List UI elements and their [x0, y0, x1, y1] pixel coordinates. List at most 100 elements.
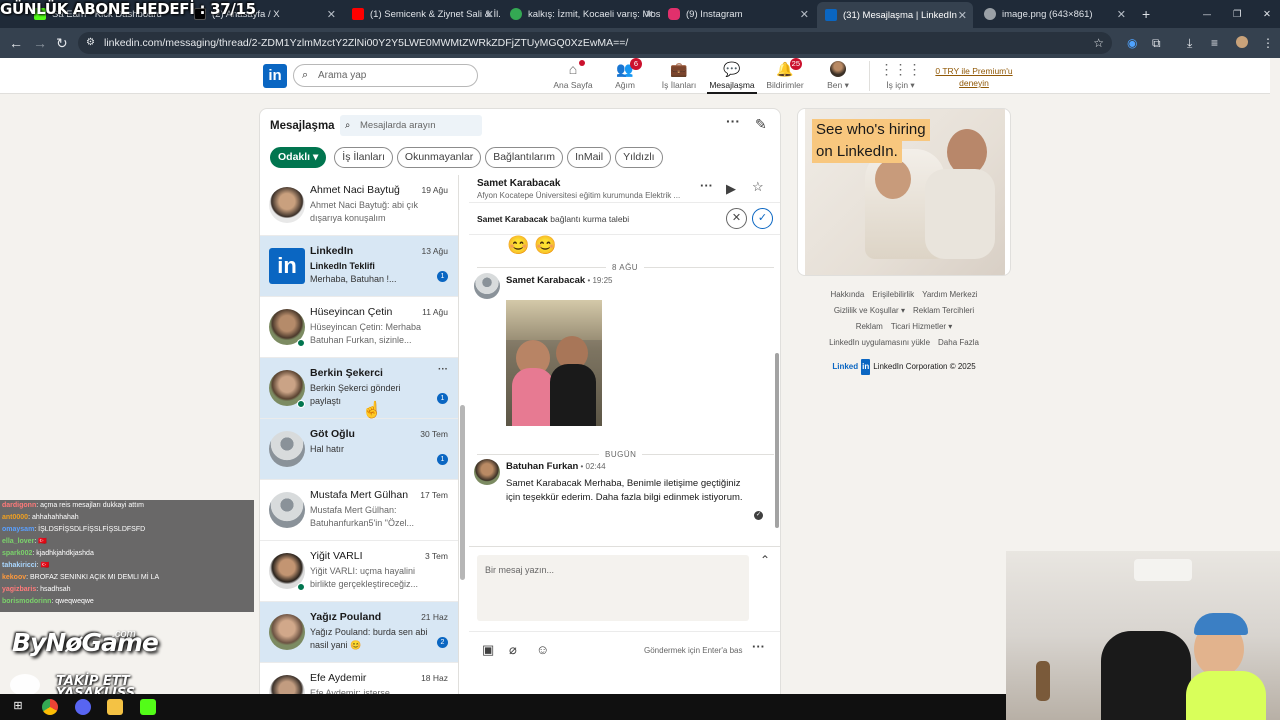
windows-start-icon[interactable]: ⊞: [10, 699, 26, 715]
jobs-icon: 💼: [670, 60, 688, 77]
more-options-icon[interactable]: ···: [726, 113, 740, 129]
extensions-puzzle-icon[interactable]: ⧉: [1152, 36, 1161, 51]
kick-app-icon[interactable]: [140, 699, 156, 715]
avatar[interactable]: [474, 459, 500, 485]
star-icon[interactable]: ☆: [752, 179, 764, 195]
footer-link[interactable]: LinkedIn uygulamasını yükle: [829, 335, 930, 351]
shared-photo[interactable]: [506, 300, 602, 426]
ad-headline: See who's hiring: [812, 119, 930, 141]
hiring-ad[interactable]: See who's hiring on LinkedIn.: [797, 108, 1011, 276]
window-close-icon[interactable]: ✕: [1255, 4, 1271, 24]
global-search-input[interactable]: ⌕ Arama yap: [293, 64, 478, 87]
globe-icon: [984, 8, 996, 20]
conversation-item[interactable]: Göt Oğlu 30 Tem Hal hatır 1: [260, 419, 458, 480]
restore-icon[interactable]: ❐: [1225, 4, 1241, 24]
menu-icon[interactable]: ⋮: [1262, 36, 1274, 50]
chrome-icon[interactable]: [42, 699, 58, 715]
new-tab-button[interactable]: +: [1134, 4, 1154, 24]
discord-icon[interactable]: [75, 699, 91, 715]
nav-for-business[interactable]: ⋮⋮⋮ İş için ▾: [869, 61, 931, 91]
filter-focused[interactable]: Odaklı ▾: [270, 147, 327, 168]
twitter-bird-icon: [10, 674, 40, 696]
url-bar[interactable]: ⚙ linkedin.com/messaging/thread/2-ZDM1Yz…: [78, 32, 1112, 54]
linkedin-logo[interactable]: in: [263, 64, 287, 88]
folder-icon[interactable]: [107, 699, 123, 715]
close-icon[interactable]: ✕: [485, 8, 494, 21]
footer-link[interactable]: Daha Fazla: [938, 335, 979, 351]
thread-contact-name[interactable]: Samet Karabacak: [477, 178, 560, 189]
filter-unread[interactable]: Okunmayanlar: [396, 147, 482, 168]
filter-inmail[interactable]: InMail: [567, 147, 612, 168]
message-input[interactable]: Bir mesaj yazın...: [477, 555, 749, 621]
tab-maps[interactable]: kalkış: İzmit, Kocaeli varış: Mos... ✕: [502, 4, 660, 24]
conversation-item[interactable]: in LinkedIn 13 Ağu LinkedIn Teklifi Merha…: [260, 236, 458, 297]
chat-message: borismodorinn: qweqweqwe: [2, 598, 94, 605]
unread-count: 1: [437, 393, 448, 404]
footer-link[interactable]: Reklam: [856, 319, 883, 335]
message-sender[interactable]: Samet Karabacak • 19:25: [506, 275, 612, 286]
extension-icon[interactable]: ◉: [1127, 36, 1137, 50]
nav-network[interactable]: 👥 6 Ağım: [594, 58, 656, 90]
more-options-icon[interactable]: ···: [438, 364, 448, 375]
emoji-icon[interactable]: ☺: [536, 642, 549, 657]
compose-icon[interactable]: ✎: [755, 116, 767, 133]
conversation-item[interactable]: Mustafa Mert Gülhan 17 Tem Mustafa Mert …: [260, 480, 458, 541]
forward-icon[interactable]: →: [33, 35, 47, 51]
accept-button[interactable]: ✓: [752, 208, 773, 229]
minimize-icon[interactable]: —: [1195, 4, 1211, 24]
tab-youtube[interactable]: (1) Semicenk & Ziynet Sali & İl... ✕: [344, 4, 500, 24]
conversation-item[interactable]: Ahmet Naci Baytuğ 19 Ağu Ahmet Naci Bayt…: [260, 175, 458, 236]
footer-link[interactable]: Yardım Merkezi: [922, 287, 977, 303]
close-icon[interactable]: ✕: [327, 8, 336, 21]
unread-count: 1: [437, 454, 448, 465]
nav-me[interactable]: Ben ▾: [807, 61, 869, 91]
more-options-icon[interactable]: ···: [752, 639, 765, 654]
conversation-item[interactable]: Hüseyincan Çetin 11 Ağu Hüseyincan Çetin…: [260, 297, 458, 358]
reading-list-icon[interactable]: ≡: [1211, 36, 1218, 50]
filter-jobs[interactable]: İş İlanları: [334, 147, 393, 168]
image-icon[interactable]: ▣: [482, 642, 494, 658]
expand-icon[interactable]: ⌃: [760, 553, 770, 567]
close-icon[interactable]: ✕: [1117, 8, 1126, 21]
back-icon[interactable]: ←: [9, 35, 23, 51]
attachment-icon[interactable]: ⌀: [509, 642, 517, 658]
filter-starred[interactable]: Yıldızlı: [615, 147, 663, 168]
footer-link[interactable]: Reklam Tercihleri: [913, 303, 974, 319]
youtube-icon: [352, 8, 364, 20]
close-icon[interactable]: ✕: [958, 9, 967, 22]
footer-link[interactable]: Hakkında: [831, 287, 865, 303]
conversation-item[interactable]: Yiğit VARLI 3 Tem Yiğit VARLI: uçma haya…: [260, 541, 458, 602]
video-call-icon[interactable]: ▶: [726, 181, 736, 197]
filter-connections[interactable]: Bağlantılarım: [485, 147, 564, 168]
close-icon[interactable]: ✕: [800, 8, 809, 21]
conversation-list: Ahmet Naci Baytuğ 19 Ağu Ahmet Naci Bayt…: [260, 175, 459, 697]
network-badge: 6: [630, 58, 642, 70]
chat-message: dardigonn: açma reis mesajları dukkayi a…: [2, 502, 144, 509]
close-icon[interactable]: ✕: [645, 8, 654, 21]
chat-message: tahakiricci: 🇹🇷: [2, 562, 50, 569]
chat-message: spark002: kjadhkjahdkjashda: [2, 550, 94, 557]
message-search-input[interactable]: ⌕ Mesajlarda arayın: [340, 115, 482, 136]
premium-link[interactable]: 0 TRY ile Premium'u deneyin: [930, 65, 1018, 89]
reload-icon[interactable]: ↻: [56, 35, 68, 51]
conversation-item[interactable]: Yağız Pouland 21 Haz Yağız Pouland: burd…: [260, 602, 458, 663]
more-options-icon[interactable]: ···: [700, 178, 713, 193]
conversation-item[interactable]: Efe Aydemir 18 Haz Efe Aydemir: isterse.…: [260, 663, 458, 697]
tab-image[interactable]: image.png (643×861) ✕: [976, 4, 1132, 24]
conversation-list-scrollbar[interactable]: [460, 405, 465, 580]
bookmark-star-icon[interactable]: ☆: [1093, 32, 1104, 54]
tab-instagram[interactable]: (9) Instagram ✕: [660, 4, 815, 24]
footer-link[interactable]: Ticari Hizmetler ▾: [891, 319, 953, 335]
tab-linkedin-messaging[interactable]: (31) Mesajlaşma | LinkedIn ✕: [817, 2, 973, 28]
profile-avatar[interactable]: [1236, 36, 1248, 48]
conversation-item[interactable]: Berkin Şekerci ··· Berkin Şekerci gönder…: [260, 358, 458, 419]
message-text: Samet Karabacak Merhaba, Benimle iletişi…: [506, 478, 743, 503]
site-info-icon[interactable]: ⚙: [86, 32, 95, 54]
download-icon[interactable]: ⤓: [1187, 36, 1192, 51]
decline-button[interactable]: ✕: [726, 208, 747, 229]
thread-scrollbar[interactable]: [775, 353, 779, 528]
message-sender[interactable]: Batuhan Furkan • 02:44: [506, 461, 606, 472]
footer-link[interactable]: Gizlilik ve Koşullar ▾: [834, 303, 905, 319]
footer-link[interactable]: Erişilebilirlik: [872, 287, 914, 303]
default-avatar-icon[interactable]: [474, 273, 500, 299]
